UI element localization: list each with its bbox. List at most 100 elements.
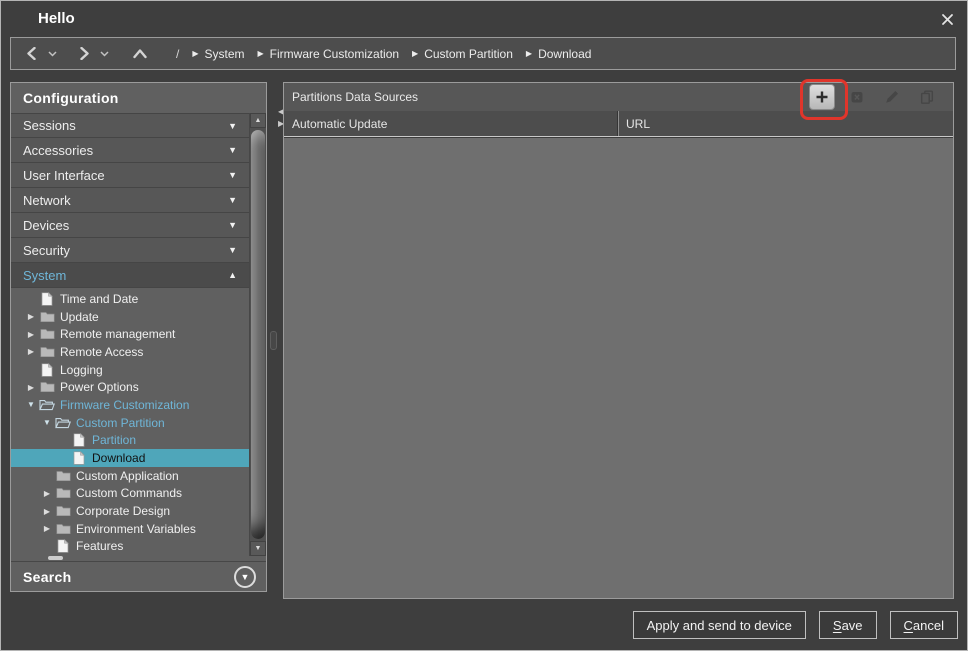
add-button[interactable]	[809, 84, 835, 110]
tree-item-download[interactable]: Download	[11, 449, 249, 467]
expand-icon: ▼	[228, 245, 237, 255]
expand-icon[interactable]: ▶	[39, 507, 55, 516]
cancel-button[interactable]: Cancel	[890, 611, 958, 639]
breadcrumb-item-download[interactable]: Download	[538, 47, 591, 61]
breadcrumb-separator-icon: ▶	[526, 49, 532, 58]
collapse-icon[interactable]: ▼	[23, 400, 39, 409]
breadcrumb-item-custom-partition[interactable]: Custom Partition	[424, 47, 513, 61]
expand-icon[interactable]: ▶	[23, 347, 39, 356]
table-body	[284, 137, 953, 598]
close-button[interactable]	[938, 10, 956, 28]
up-button[interactable]	[132, 48, 148, 59]
tree-item-firmware-customization[interactable]: ▼ Firmware Customization	[11, 396, 249, 414]
sidebar-item-user-interface[interactable]: User Interface▼	[11, 163, 249, 188]
tree-item-custom-application[interactable]: Custom Application	[11, 467, 249, 485]
vertical-scrollbar-thumb[interactable]	[251, 130, 265, 539]
breadcrumb-item-firmware-customization[interactable]: Firmware Customization	[270, 47, 399, 61]
setup-window: Hello / ▶System▶Firmware Customization▶C…	[0, 0, 968, 651]
save-button[interactable]: Save	[819, 611, 877, 639]
scroll-down-icon[interactable]: ▼	[250, 541, 266, 556]
window-title: Hello	[38, 10, 75, 27]
tree-item-label: Corporate Design	[76, 504, 170, 518]
delete-button	[844, 84, 870, 110]
edit-button	[879, 84, 905, 110]
plus-icon	[814, 90, 830, 104]
folder-icon	[39, 381, 55, 393]
footer-buttons: Apply and send to device Save Cancel	[633, 611, 958, 639]
tree-item-remote-management[interactable]: ▶Remote management	[11, 325, 249, 343]
accordion-label: Sessions	[23, 118, 76, 133]
sidebar-item-security[interactable]: Security▼	[11, 238, 249, 263]
search-expand-button[interactable]: ▼	[234, 566, 256, 588]
expand-icon: ▼	[228, 195, 237, 205]
tree-item-label: Logging	[60, 363, 103, 377]
tree-item-update[interactable]: ▶Update	[11, 308, 249, 326]
page-icon	[71, 451, 87, 465]
tree-item-corporate-design[interactable]: ▶ Corporate Design	[11, 502, 249, 520]
toolbar	[809, 84, 940, 110]
panel-title: Partitions Data Sources	[292, 90, 418, 104]
main-panel: Partitions Data Sources Automatic Update…	[283, 82, 954, 599]
tree-item-label: Power Options	[60, 380, 139, 394]
tree-item-label: Download	[92, 451, 145, 465]
expand-icon: ▼	[228, 170, 237, 180]
breadcrumb-root[interactable]: /	[176, 47, 179, 61]
back-button[interactable]	[24, 47, 40, 60]
expand-icon[interactable]: ▶	[39, 524, 55, 533]
breadcrumb-separator-icon: ▶	[258, 49, 264, 58]
scroll-up-icon[interactable]: ▲	[250, 113, 266, 128]
column-header-automatic-update[interactable]: Automatic Update	[284, 111, 618, 136]
collapse-icon[interactable]: ▼	[39, 418, 55, 427]
tree-item-label: Custom Partition	[76, 416, 165, 430]
expand-icon[interactable]: ▶	[39, 489, 55, 498]
forward-history-button[interactable]	[96, 51, 112, 57]
horizontal-scrollbar-thumb[interactable]	[48, 556, 63, 560]
tree-item-custom-commands[interactable]: ▶Custom Commands	[11, 485, 249, 503]
tree-item-time-and-date[interactable]: Time and Date	[11, 290, 249, 308]
expand-icon: ▼	[228, 220, 237, 230]
chevron-down-small-icon	[44, 51, 60, 57]
tree-item-label: Firmware Customization	[60, 398, 189, 412]
panel-splitter-handle[interactable]	[270, 331, 277, 350]
folder-icon	[55, 470, 71, 482]
tree-item-logging[interactable]: Logging	[11, 361, 249, 379]
chevron-down-small-icon	[96, 51, 112, 57]
apply-and-send-to-device-button[interactable]: Apply and send to device	[633, 611, 806, 639]
tree-item-custom-partition[interactable]: ▼ Custom Partition	[11, 414, 249, 432]
forward-button[interactable]	[76, 47, 92, 60]
breadcrumb-separator-icon: ▶	[412, 49, 418, 58]
folder-icon	[39, 346, 55, 358]
breadcrumb-item-system[interactable]: System	[205, 47, 245, 61]
page-icon	[39, 363, 55, 377]
tree-item-partition[interactable]: Partition	[11, 432, 249, 450]
tree-item-remote-access[interactable]: ▶Remote Access	[11, 343, 249, 361]
tree-item-features[interactable]: Features	[11, 538, 249, 556]
sidebar-item-network[interactable]: Network▼	[11, 188, 249, 213]
expand-icon: ▼	[228, 145, 237, 155]
vertical-scrollbar[interactable]: ▲ ▼	[249, 113, 266, 556]
sidebar-item-system[interactable]: System▲	[11, 263, 249, 288]
page-icon	[39, 292, 55, 306]
horizontal-scrollbar[interactable]	[11, 556, 266, 561]
expand-icon[interactable]: ▶	[23, 330, 39, 339]
accordion-label: Accessories	[23, 143, 93, 158]
chevron-up-icon	[132, 48, 148, 59]
chevron-right-icon	[76, 47, 92, 60]
folder-icon	[55, 487, 71, 499]
sidebar-item-accessories[interactable]: Accessories ▼	[11, 138, 249, 163]
sidebar-item-sessions[interactable]: Sessions▼	[11, 113, 249, 138]
sidebar-header: Configuration	[11, 83, 266, 113]
column-header-url[interactable]: URL	[618, 111, 953, 136]
folder-icon	[39, 311, 55, 323]
sidebar-item-devices[interactable]: Devices▼	[11, 213, 249, 238]
copy-icon	[919, 88, 935, 106]
folder-open-icon	[39, 399, 55, 411]
back-history-button[interactable]	[44, 51, 60, 57]
page-icon	[71, 433, 87, 447]
tree-item-power-options[interactable]: ▶ Power Options	[11, 378, 249, 396]
breadcrumb-separator-icon: ▶	[192, 49, 198, 58]
search-section[interactable]: Search ▼	[11, 561, 266, 591]
tree-item-environment-variables[interactable]: ▶Environment Variables	[11, 520, 249, 538]
expand-icon[interactable]: ▶	[23, 312, 39, 321]
expand-icon[interactable]: ▶	[23, 383, 39, 392]
